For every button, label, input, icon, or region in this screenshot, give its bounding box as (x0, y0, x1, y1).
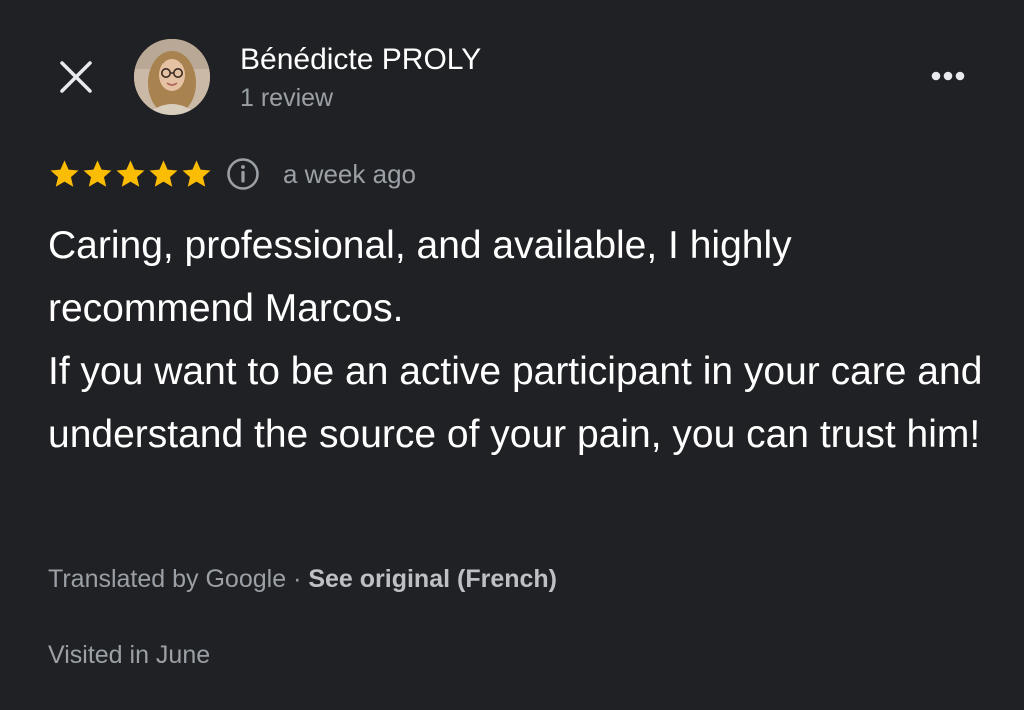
review-paragraph: If you want to be an active participant … (48, 350, 983, 456)
more-options-button[interactable] (924, 58, 972, 94)
star-icon (116, 160, 145, 187)
info-icon[interactable] (225, 156, 261, 192)
avatar[interactable] (134, 39, 210, 115)
review-count: 1 review (240, 84, 334, 112)
star-icon (50, 160, 79, 187)
translated-by-label: Translated by Google (48, 565, 287, 593)
more-options-icon (931, 71, 965, 81)
separator-dot: · (293, 565, 302, 593)
author-name[interactable]: Bénédicte PROLY (240, 42, 481, 78)
rating-row: a week ago (48, 152, 416, 196)
see-original-link[interactable]: See original (French) (308, 565, 557, 593)
review-time: a week ago (283, 158, 416, 189)
review-paragraph: Caring, professional, and available, I h… (48, 224, 792, 330)
star-icon (149, 160, 178, 187)
review-detail-page: Bénédicte PROLY 1 review a week ago Cari… (0, 0, 1024, 710)
close-icon (60, 61, 92, 93)
close-button[interactable] (56, 57, 96, 97)
review-text: Caring, professional, and available, I h… (48, 214, 998, 466)
profile-photo (134, 39, 210, 115)
star-rating (48, 158, 213, 190)
star-icon (182, 160, 211, 187)
translation-info: Translated by Google · See original (Fre… (48, 561, 557, 597)
star-icon (83, 160, 112, 187)
visited-date: Visited in June (48, 641, 211, 669)
